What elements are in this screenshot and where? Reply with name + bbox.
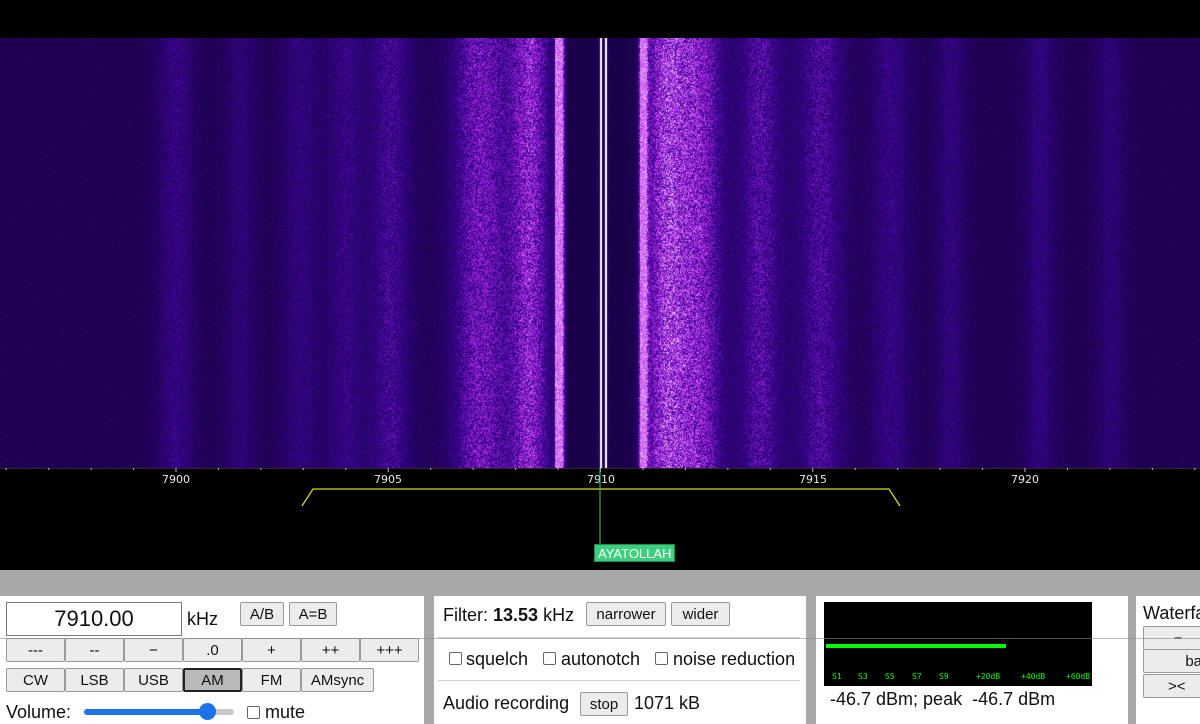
smeter-label-s7: S7 — [912, 672, 922, 681]
smeter-label-s9: S9 — [939, 672, 949, 681]
control-panel: kHz A/B A=B --- -- − .0 + ++ +++ CW LSB … — [0, 570, 1200, 724]
ab-button[interactable]: A/B — [240, 602, 284, 626]
stop-recording-button[interactable]: stop — [580, 692, 628, 716]
smeter-bar — [826, 644, 1006, 648]
recording-label: Audio recording — [443, 693, 570, 713]
freq-label-7915: 7915 — [799, 473, 827, 486]
smeter-label-plus60: +60dB — [1066, 672, 1090, 681]
volume-slider-thumb[interactable] — [199, 703, 216, 720]
waterfall-controls-title: Waterfa — [1143, 603, 1200, 623]
volume-slider[interactable] — [84, 703, 234, 720]
freq-label-7920: 7920 — [1011, 473, 1039, 486]
mute-checkbox[interactable] — [247, 706, 260, 719]
mode-amsync-button[interactable]: AMsync — [301, 668, 374, 692]
wider-button[interactable]: wider — [671, 602, 730, 626]
narrower-button[interactable]: narrower — [586, 602, 666, 626]
mute-label: mute — [265, 702, 306, 722]
smeter-box: S1 S3 S5 S7 S9 +20dB +40dB +60dB -46.7 d… — [816, 596, 1128, 724]
filter-label: Filter: 13.53 kHz — [443, 605, 574, 626]
recording-size: 1071 kB — [634, 693, 701, 713]
mode-am-button[interactable]: AM — [183, 668, 242, 692]
noise-reduction-checkbox[interactable] — [655, 652, 668, 665]
frequency-ticks — [5, 468, 1196, 472]
autonotch-label: autonotch — [561, 649, 641, 669]
step-up-small-button[interactable]: + — [242, 638, 301, 662]
frequency-scale[interactable]: 7900 7905 7910 7915 7920 AYATOLLAH — [0, 468, 1200, 570]
mode-fm-button[interactable]: FM — [242, 668, 301, 692]
smeter-label-plus40: +40dB — [1021, 672, 1045, 681]
squelch-label: squelch — [466, 649, 529, 669]
mode-cw-button[interactable]: CW — [6, 668, 65, 692]
step-up-medium-button[interactable]: ++ — [301, 638, 360, 662]
filter-width-unit: kHz — [543, 605, 575, 625]
waterfall-display[interactable] — [0, 0, 1200, 468]
autonotch-checkbox[interactable] — [543, 652, 556, 665]
squelch-checkbox[interactable] — [449, 652, 462, 665]
step-down-medium-button[interactable]: -- — [65, 638, 124, 662]
mode-usb-button[interactable]: USB — [124, 668, 183, 692]
waterfall-controls-box: Waterfa − ba >< — [1136, 596, 1200, 724]
smeter-svg: S1 S3 S5 S7 S9 +20dB +40dB +60dB — [826, 644, 1090, 681]
filter-width-value: 13.53 — [493, 605, 539, 625]
panel-overlay-line — [0, 638, 1200, 639]
filter-title: Filter: — [443, 605, 488, 625]
noise-reduction-label: noise reduction — [673, 649, 796, 669]
filter-passband[interactable] — [301, 488, 901, 507]
waterfall-ba-button[interactable]: ba — [1143, 649, 1200, 673]
waterfall-canvas[interactable] — [0, 38, 1200, 468]
frequency-input[interactable] — [6, 602, 182, 636]
a-equals-b-button[interactable]: A=B — [289, 602, 337, 626]
round-frequency-button[interactable]: .0 — [183, 638, 242, 662]
frequency-unit: kHz — [187, 609, 218, 629]
smeter-label-s1: S1 — [832, 672, 842, 681]
station-label[interactable]: AYATOLLAH — [594, 544, 676, 562]
step-down-large-button[interactable]: --- — [6, 638, 65, 662]
tuning-box: kHz A/B A=B --- -- − .0 + ++ +++ CW LSB … — [0, 596, 424, 724]
smeter-label-s5: S5 — [885, 672, 895, 681]
filter-box: Filter: 13.53 kHz narrower wider squelch… — [434, 596, 806, 724]
smeter-label-plus20: +20dB — [976, 672, 1000, 681]
smeter-display: S1 S3 S5 S7 S9 +20dB +40dB +60dB — [824, 602, 1092, 686]
volume-label: Volume: — [6, 702, 72, 722]
freq-label-7905: 7905 — [374, 473, 402, 486]
freq-label-7910: 7910 — [587, 473, 615, 486]
smeter-readout: -46.7 dBm; peak -46.7 dBm — [830, 689, 1056, 709]
step-down-small-button[interactable]: − — [124, 638, 183, 662]
step-up-large-button[interactable]: +++ — [360, 638, 419, 662]
waterfall-zoom-button[interactable]: >< — [1143, 674, 1200, 698]
volume-slider-fill — [84, 709, 207, 715]
filter-separator-2 — [438, 680, 800, 681]
smeter-label-s3: S3 — [858, 672, 868, 681]
freq-label-7900: 7900 — [162, 473, 190, 486]
mode-lsb-button[interactable]: LSB — [65, 668, 124, 692]
